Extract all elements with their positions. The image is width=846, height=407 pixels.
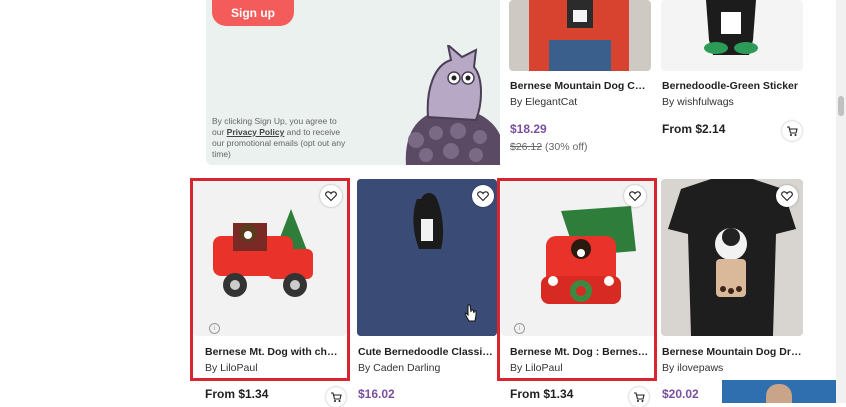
- product-title[interactable]: Bernese Mountain Dog Drinki...: [662, 346, 802, 358]
- heart-icon: [477, 191, 489, 202]
- scrollbar-track[interactable]: [836, 0, 846, 403]
- original-price: $26.12: [510, 141, 543, 153]
- product-price: $16.02: [358, 387, 395, 401]
- mouse-pointer-icon: [464, 304, 477, 322]
- product-artist[interactable]: By ilovepaws: [662, 362, 723, 374]
- product-price: From $1.34: [510, 387, 574, 401]
- cart-icon: [331, 392, 342, 402]
- highlight-frame: [190, 178, 350, 381]
- cart-icon: [634, 392, 645, 402]
- promo-legal-text: By clicking Sign Up, you agree to our Pr…: [212, 116, 347, 160]
- add-to-cart-button[interactable]: [629, 387, 649, 407]
- scrollbar-thumb[interactable]: [838, 96, 844, 116]
- privacy-policy-link[interactable]: Privacy Policy: [227, 127, 285, 137]
- product-title[interactable]: Bernese Mountain Dog Cute ...: [510, 80, 650, 92]
- highlight-frame: [497, 178, 657, 381]
- cat-illustration: [405, 45, 500, 165]
- add-to-cart-button[interactable]: [782, 121, 802, 141]
- add-to-cart-button[interactable]: [326, 387, 346, 407]
- heart-icon: [781, 191, 793, 202]
- product-image-tshirt-red[interactable]: [509, 0, 651, 71]
- product-artist[interactable]: By wishfulwags: [662, 96, 734, 108]
- webcam-overlay: [722, 380, 846, 403]
- product-title[interactable]: Cute Bernedoodle Classic T-...: [358, 346, 496, 358]
- product-artist[interactable]: By ElegantCat: [510, 96, 577, 108]
- webcam-person: [766, 384, 792, 403]
- signup-button[interactable]: Sign up: [212, 0, 294, 26]
- product-price: $20.02: [662, 387, 699, 401]
- favorite-button[interactable]: [776, 185, 798, 207]
- product-image-sticker-bernedoodle[interactable]: [661, 0, 803, 71]
- cart-icon: [787, 126, 798, 136]
- product-price: From $2.14: [662, 122, 726, 136]
- favorite-button[interactable]: [472, 185, 494, 207]
- product-price: From $1.34: [205, 387, 269, 401]
- product-price: $18.29: [510, 122, 547, 136]
- original-price-row: $26.12 (30% off): [510, 141, 587, 153]
- discount-badge: (30% off): [545, 141, 588, 153]
- product-artist[interactable]: By Caden Darling: [358, 362, 440, 374]
- product-title[interactable]: Bernedoodle-Green Sticker: [662, 80, 802, 92]
